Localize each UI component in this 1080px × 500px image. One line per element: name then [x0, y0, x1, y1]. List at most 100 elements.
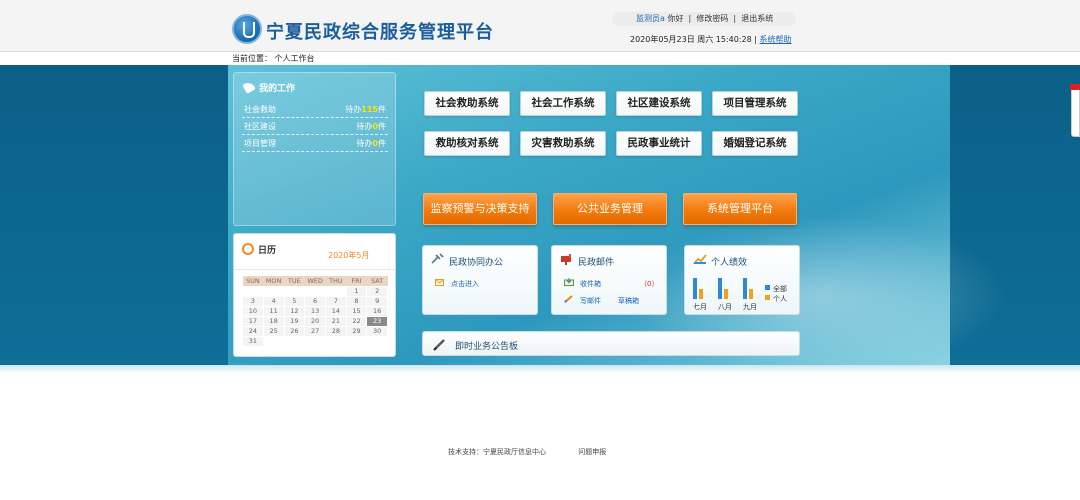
my-work-panel: 我的工作 社会救助 待办115件 社区建设 待办0件 项目管理 待办0件 — [233, 72, 396, 226]
calendar-day[interactable]: 7 — [324, 295, 347, 307]
clock-icon — [242, 243, 254, 255]
calendar-day[interactable]: 20 — [304, 315, 326, 327]
calendar-day[interactable]: 24 — [242, 325, 264, 337]
calendar-day[interactable]: 9 — [366, 295, 388, 307]
pending-prefix: 待办 — [356, 139, 373, 148]
platform-logo[interactable]: 宁夏民政综合服务管理平台 — [232, 12, 502, 46]
calendar-day[interactable]: 27 — [304, 325, 326, 337]
calendar-day[interactable]: 25 — [262, 325, 285, 337]
notice-board-title: 即时业务公告板 — [455, 342, 519, 352]
platform-title: 宁夏民政综合服务管理平台 — [266, 22, 494, 43]
performance-card-title: 个人绩效 — [711, 258, 748, 268]
calendar-week: 12 — [242, 285, 388, 297]
logout-link[interactable]: 退出系统 — [741, 14, 773, 23]
calendar-day[interactable]: 19 — [283, 315, 306, 327]
calendar-day[interactable]: 12 — [283, 305, 306, 317]
calendar-week: 17 18 19 20 21 22 23 — [242, 315, 388, 327]
calendar-day[interactable]: 31 — [242, 335, 264, 347]
user-name: 监测员a — [636, 14, 665, 23]
calendar-empty-cell — [366, 335, 388, 347]
calendar-week: 3456789 — [242, 295, 388, 307]
calendar-day[interactable]: 18 — [262, 315, 285, 327]
monitoring-decision-button[interactable]: 监察预警与决策支持 — [423, 193, 537, 225]
calendar-day-today[interactable]: 23 — [366, 315, 388, 327]
month-label-sep: 九月 — [743, 303, 757, 311]
mailbox-icon — [561, 254, 571, 265]
calendar-empty-cell — [345, 335, 368, 347]
calendar-day[interactable]: 16 — [366, 305, 388, 317]
weekday-mon: MON — [263, 276, 285, 286]
inbox-link[interactable]: 收件箱 — [580, 279, 601, 289]
disaster-relief-system-button[interactable]: 灾害救助系统 — [520, 131, 606, 156]
calendar-day[interactable]: 22 — [345, 315, 368, 327]
calendar-empty-cell — [242, 285, 264, 297]
calendar-day[interactable]: 21 — [324, 315, 347, 327]
feedback-link[interactable]: 问题申报 — [578, 448, 606, 456]
calendar-header: 日历 2020年5月 — [234, 234, 395, 270]
calendar-day[interactable]: 1 — [345, 285, 368, 297]
bar-all-jul — [693, 278, 697, 299]
calendar-day[interactable]: 4 — [262, 295, 285, 307]
pending-count: 115 — [361, 105, 378, 114]
calendar-day[interactable]: 28 — [324, 325, 347, 337]
system-management-button[interactable]: 系统管理平台 — [683, 193, 797, 225]
change-password-link[interactable]: 修改密码 — [696, 14, 728, 23]
tools-icon — [431, 253, 444, 264]
current-datetime: 2020年05月23日 周六 15:40:28 — [630, 35, 752, 44]
office-card: 民政协同办公 点击进入 — [422, 245, 538, 315]
work-item-name: 项目管理 — [244, 139, 276, 148]
marriage-registration-button[interactable]: 婚姻登记系统 — [712, 131, 798, 156]
pen-icon — [242, 80, 256, 94]
calendar-day[interactable]: 6 — [304, 295, 326, 307]
calendar-day[interactable]: 14 — [324, 305, 347, 317]
community-system-button[interactable]: 社区建设系统 — [616, 91, 702, 116]
work-item-count: 待办0件 — [356, 119, 386, 135]
calendar-empty-cell — [324, 285, 347, 297]
my-work-title-text: 我的工作 — [259, 84, 296, 94]
work-item-social-aid[interactable]: 社会救助 待办115件 — [242, 102, 388, 118]
help-link[interactable]: 系统帮助 — [760, 35, 792, 44]
calendar-day[interactable]: 8 — [345, 295, 368, 307]
new-badge-icon — [1070, 84, 1080, 90]
weekday-thu: THU — [325, 276, 347, 286]
pending-suffix: 件 — [378, 105, 386, 114]
calendar-day[interactable]: 11 — [262, 305, 285, 317]
month-label-jul: 七月 — [693, 303, 707, 311]
legend-all-swatch — [765, 285, 770, 290]
calendar-week: 24 25 26 27 28 29 30 — [242, 325, 388, 337]
notice-board[interactable]: 即时业务公告板 — [422, 331, 800, 356]
work-item-count: 待办0件 — [356, 136, 386, 152]
work-item-name: 社会救助 — [244, 105, 276, 114]
side-float-tab[interactable] — [1070, 84, 1080, 137]
aid-verification-system-button[interactable]: 救助核对系统 — [424, 131, 510, 156]
pending-prefix: 待办 — [356, 122, 373, 131]
calendar-day[interactable]: 3 — [242, 295, 264, 307]
calendar-day[interactable]: 26 — [283, 325, 306, 337]
work-item-projects[interactable]: 项目管理 待办0件 — [242, 136, 388, 152]
calendar-day[interactable]: 15 — [345, 305, 368, 317]
bar-personal-aug — [724, 289, 728, 299]
calendar-day[interactable]: 2 — [366, 285, 388, 297]
calendar-day[interactable]: 29 — [345, 325, 368, 337]
calendar-day[interactable]: 13 — [304, 305, 326, 317]
drafts-link[interactable]: 草稿箱 — [618, 296, 639, 306]
calendar-empty-cell — [304, 335, 326, 347]
calendar-day[interactable]: 5 — [283, 295, 306, 307]
envelope-icon — [435, 279, 444, 286]
month-label-aug: 八月 — [718, 303, 732, 311]
calendar-day[interactable]: 17 — [242, 315, 264, 327]
office-enter-link[interactable]: 点击进入 — [451, 279, 479, 289]
compose-link[interactable]: 写邮件 — [580, 296, 601, 306]
social-work-system-button[interactable]: 社会工作系统 — [520, 91, 606, 116]
calendar-panel: 日历 2020年5月 SUN MON TUE WED THU FRI SAT 1… — [233, 233, 396, 357]
work-item-community[interactable]: 社区建设 待办0件 — [242, 119, 388, 135]
project-system-button[interactable]: 项目管理系统 — [712, 91, 798, 116]
calendar-empty-cell — [283, 335, 306, 347]
public-business-button[interactable]: 公共业务管理 — [553, 193, 667, 225]
calendar-day[interactable]: 10 — [242, 305, 264, 317]
inbox-icon — [564, 278, 574, 286]
social-aid-system-button[interactable]: 社会救助系统 — [424, 91, 510, 116]
civil-statistics-button[interactable]: 民政事业统计 — [616, 131, 702, 156]
legend-personal-label: 个人 — [773, 295, 787, 303]
calendar-day[interactable]: 30 — [366, 325, 388, 337]
